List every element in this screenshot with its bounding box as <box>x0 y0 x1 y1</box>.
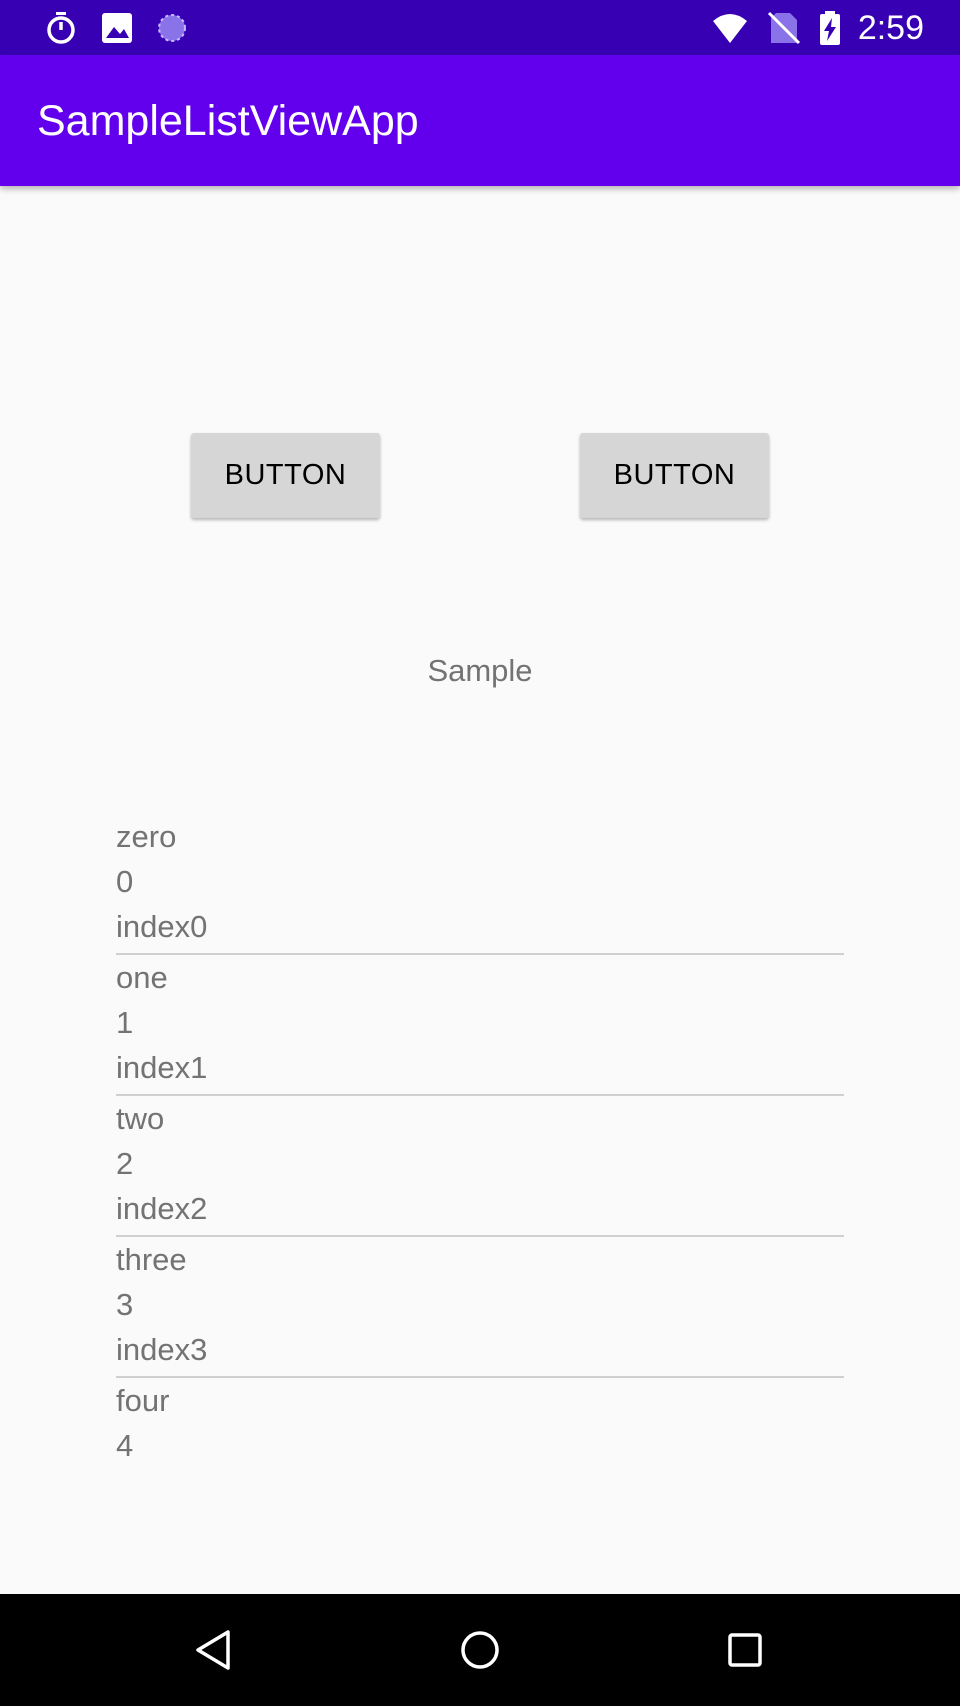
no-sim-icon <box>767 11 801 45</box>
app-bar: SampleListViewApp <box>0 55 960 186</box>
item-number: 2 <box>116 1146 134 1181</box>
button-left[interactable]: BUTTON <box>191 433 380 518</box>
item-index: index0 <box>116 909 208 944</box>
list-view[interactable]: zero 0 index0 one 1 index1 two 2 index2 … <box>116 814 844 1476</box>
item-name: four <box>116 1383 170 1418</box>
item-number: 1 <box>116 1005 134 1040</box>
wifi-icon <box>713 14 747 43</box>
list-item[interactable]: zero 0 index0 <box>116 814 844 953</box>
item-number: 0 <box>116 864 134 899</box>
app-title: SampleListViewApp <box>37 97 419 145</box>
item-number: 3 <box>116 1287 134 1322</box>
item-name: zero <box>116 819 177 854</box>
battery-charging-icon <box>820 11 840 45</box>
item-name: three <box>116 1242 187 1277</box>
image-icon <box>102 13 132 43</box>
item-index: index4 <box>116 1468 844 1476</box>
button-right[interactable]: BUTTON <box>580 433 769 518</box>
list-item[interactable]: one 1 index1 <box>116 955 844 1094</box>
item-index: index3 <box>116 1332 208 1367</box>
list-item[interactable]: three 3 index3 <box>116 1237 844 1376</box>
status-time: 2:59 <box>857 9 924 47</box>
item-number: 4 <box>116 1428 134 1463</box>
loading-icon <box>158 14 186 42</box>
navigation-bar <box>0 1594 960 1706</box>
home-icon[interactable] <box>452 1622 508 1678</box>
list-item[interactable]: four 4 index4 <box>116 1378 844 1476</box>
item-index: index2 <box>116 1191 208 1226</box>
item-index: index1 <box>116 1050 208 1085</box>
sample-text: Sample <box>427 653 533 688</box>
status-bar: 2:59 <box>0 0 960 55</box>
timer-icon <box>47 12 75 44</box>
item-name: two <box>116 1101 165 1136</box>
list-item[interactable]: two 2 index2 <box>116 1096 844 1235</box>
back-icon[interactable] <box>186 1622 242 1678</box>
item-name: one <box>116 960 168 995</box>
recents-icon[interactable] <box>717 1622 773 1678</box>
